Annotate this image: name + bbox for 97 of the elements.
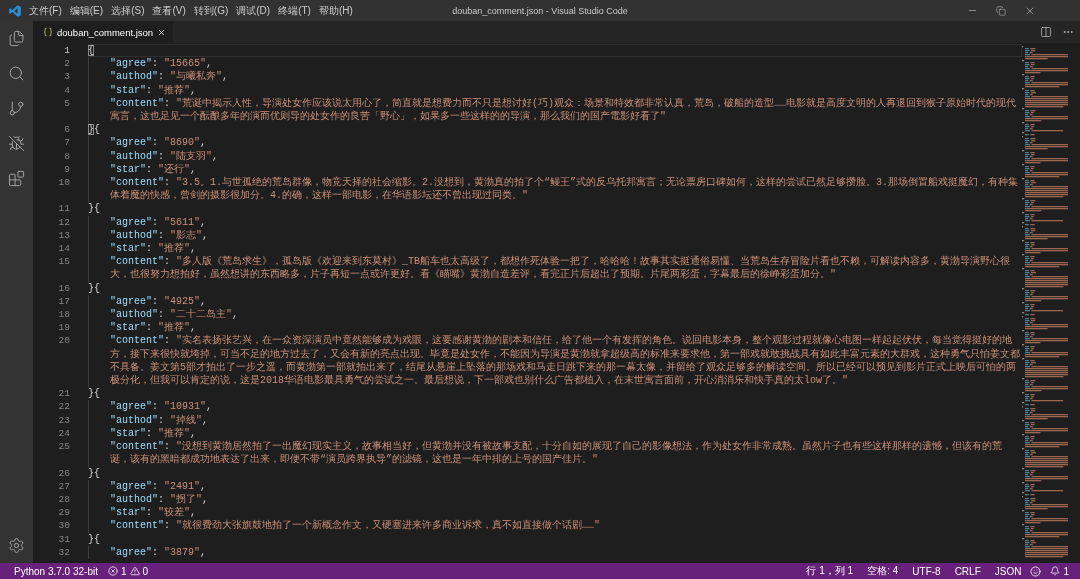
line-number: 28 [57, 492, 70, 507]
line-number: 21 [57, 387, 70, 401]
line-number: 4 [63, 83, 70, 97]
notifications-button[interactable]: 1 [1045, 563, 1074, 579]
line-number: 14 [57, 242, 70, 256]
code-line: }{ [88, 532, 100, 546]
line-number: 5 [63, 96, 70, 110]
line-number: 16 [57, 281, 70, 295]
line-number: 20 [57, 334, 70, 348]
logo-icon [9, 4, 21, 17]
code-line: "agree": "4925", [110, 294, 207, 309]
code-line: "authod": "与曦私奔", [110, 70, 229, 84]
menu-item[interactable]: 文件(F) [25, 3, 66, 18]
line-number: 17 [57, 294, 70, 309]
code-line: "agree": "15665", [110, 57, 213, 70]
extensions-icon[interactable] [8, 170, 25, 187]
line-number: 6 [63, 123, 70, 137]
split-editor-icon[interactable] [1040, 26, 1052, 38]
code-line: "agree": "10931", [110, 400, 213, 414]
code-line: "content": "没想到黄渤居然拍了一出魔幻现实主义，故事相当好，但黄渤并没有被故事支配，十分自如的展现了自己的影像想法，作为处女作非常成熟。虽然片子也有些这样那样的遗憾，但该有的荒诞，该有的黑暗都成功地表达了出来，即便不带“演员跨界执导”的滤镜，这也是一年中排的上号的国产佳片。" [110, 440, 1004, 467]
line-number: 11 [57, 202, 70, 216]
files-icon[interactable] [8, 30, 25, 47]
window-title: douban_comment.json - Visual Studio Code [452, 5, 628, 16]
line-ending-button[interactable]: CRLF [949, 563, 986, 579]
line-number: 18 [57, 308, 70, 322]
menu-item[interactable]: 查看(V) [148, 3, 190, 18]
search-icon[interactable] [8, 65, 25, 82]
code-line: "star": "推荐", [110, 321, 197, 334]
code-line: "agree": "8690", [110, 136, 207, 150]
code-line: "content": "实名表扬张艺兴，在一众资深演员中竟然能够成为戏眼，这要感谢黄渤的剧本和信任，给了他一个有发挥的角色。说回电影本身，整个观影过程就像心电图一样起起伏伏，每当觉得挺好的地方，接下来很快就垮掉，可当不足的地方过去了，又会有新的亮点出现。毕竟是处女作，不能因为导演是黄渤就拿超级高的标准来要求他，第一部戏就敢挑战具有如此丰富元素的大群戏，这种勇气只怕姜文都不具备。姜文第5部才拍出了一步之遥，而黄渤第一部就拍出来了，结尾从悬崖上坠落的那场戏和马走日跳下来的那一幕太像，并留给了观众足够多的解读空间。所以已经可以预见到影片正式上映后可怕的两极分化，但我可以肯定的说，这是2018华语电影最具勇气的尝试之一。最后想说，下一部戏也别什么广告都植入，在末世寓言面前，开心消消乐和快手真的太low了。" [110, 334, 1021, 388]
line-number: 23 [57, 413, 70, 427]
line-number: 19 [57, 321, 70, 335]
warning-icon [129, 566, 140, 576]
code-line: "content": "多人版《荒岛求生》，孤岛版《欢迎来到东莫村》_TB船车也太高级了，都想作死体验一把了，哈哈哈！故事其实挺通俗易懂、当荒岛生存冒险片看也不赖，可解读内容多，黄渤导演野心很大，也很努力想拍好，虽然想讲的东西略多，片子再短一点或许更好。看《瞄嘴》黄渤自造差评，看完正片后超出了预期。片尾两彩蛋，字幕最后的徐峥彩蛋加分。" [110, 255, 1012, 282]
menu-item[interactable]: 编辑(E) [65, 3, 108, 18]
code-line: "agree": "5611", [110, 215, 207, 229]
branch-icon[interactable] [8, 100, 25, 117]
close-icon[interactable] [157, 27, 167, 37]
code-line: "agree": "3879", [110, 545, 207, 559]
line-number: 22 [57, 400, 70, 414]
braces-icon [43, 27, 53, 37]
code-line: }{ [88, 466, 100, 480]
code-line: "star": "推荐", [110, 242, 197, 256]
code-line: { [88, 44, 1022, 58]
line-number: 1 [63, 44, 70, 58]
code-line: }{ [88, 281, 100, 295]
line-number: 32 [57, 545, 70, 559]
line-number: 29 [57, 506, 70, 520]
error-icon [107, 566, 118, 576]
line-number: 13 [57, 228, 70, 243]
problems-button[interactable]: 1 0 [102, 563, 154, 579]
editor-tab[interactable]: douban_comment.json [33, 21, 174, 43]
encoding-button[interactable]: UTF-8 [907, 563, 946, 579]
line-number: 3 [63, 70, 70, 84]
line-number: 12 [57, 215, 70, 229]
line-number: 10 [57, 176, 70, 190]
line-number: 31 [57, 532, 70, 546]
menu-item[interactable]: 终端(T) [274, 3, 315, 18]
menu-item[interactable]: 调试(D) [232, 3, 275, 18]
code-line: "authod": "拐了", [110, 492, 209, 507]
line-number: 15 [57, 255, 70, 269]
line-number: 8 [63, 149, 70, 163]
settings-icon[interactable] [8, 537, 25, 554]
code-line: "authod": "掉线", [110, 413, 209, 427]
code-line: "star": "较差", [110, 506, 197, 519]
code-line: "agree": "2491", [110, 479, 207, 493]
interpreter-button[interactable]: Python 3.7.0 32-bit [9, 563, 103, 579]
menu-item[interactable]: 转到(G) [189, 3, 233, 18]
line-number: 30 [57, 519, 70, 533]
code-line: "content": "3.5。1.与世孤绝的荒岛群像，物竞天择的社会缩影。2.没想到，黄渤真的拍了个“鳗王”式的反乌托邦寓言；无论票房口碑如何，这样的尝试已然足够攒脸。3.那场倒置船戏挺魔幻，有种集体着魔的快感，曾剑的摄影很加分。4.的确，这样一部电影，在华语影坛还不曾出现过同类。" [110, 176, 1020, 203]
cursor-position-button[interactable]: 行 1，列 1 [801, 563, 859, 579]
bug-icon[interactable] [8, 135, 25, 152]
code-line: "authod": "陆支羽", [110, 149, 219, 163]
code-line: "authod": "影志", [110, 228, 209, 242]
bell-icon [1050, 566, 1061, 576]
line-number: 25 [57, 440, 70, 454]
code-line: "star": "推荐", [110, 83, 197, 97]
language-button[interactable]: JSON [989, 563, 1027, 579]
line-number: 27 [57, 479, 70, 493]
code-line: "content": "荒诞中揭示人性，导演处女作应该说太用心了，简直就是想费力而不只是想讨好(巧)观众：场景和特效都非常认真，荒岛，破船的造型……电影就是高度文明的人再退回到猴子原始时代的现代寓言，这也足见一个酝酿多年的演而优则导的处女作的良苦「野心」，如果多一些这样的的导演，那么我们的国产電影好看了" [110, 96, 1018, 124]
line-number: 24 [57, 426, 70, 441]
code-line: }{ [88, 202, 100, 216]
restore-icon[interactable] [996, 5, 1006, 16]
line-number: 26 [57, 466, 70, 480]
code-line: "content": "就很费劲大张旗鼓地拍了一个新概念作文，又硬塞进来许多商业诉求，真不如直接做个话剧……" [110, 519, 601, 533]
code-line: }{ [88, 387, 100, 401]
code-line: "star": "推荐", [110, 426, 197, 440]
code-line: "star": "还行", [110, 162, 197, 177]
line-number: 2 [63, 57, 70, 71]
line-number: 9 [63, 162, 70, 177]
smiley-icon[interactable] [1030, 565, 1042, 577]
line-number: 7 [63, 136, 70, 150]
menu-item[interactable]: 帮助(H) [314, 3, 357, 18]
code-line: "authod": "二十二岛主", [110, 308, 239, 321]
menu-item[interactable]: 选择(S) [107, 3, 149, 18]
code-line: }{ [88, 123, 101, 137]
indentation-button[interactable]: 空格: 4 [862, 563, 904, 579]
